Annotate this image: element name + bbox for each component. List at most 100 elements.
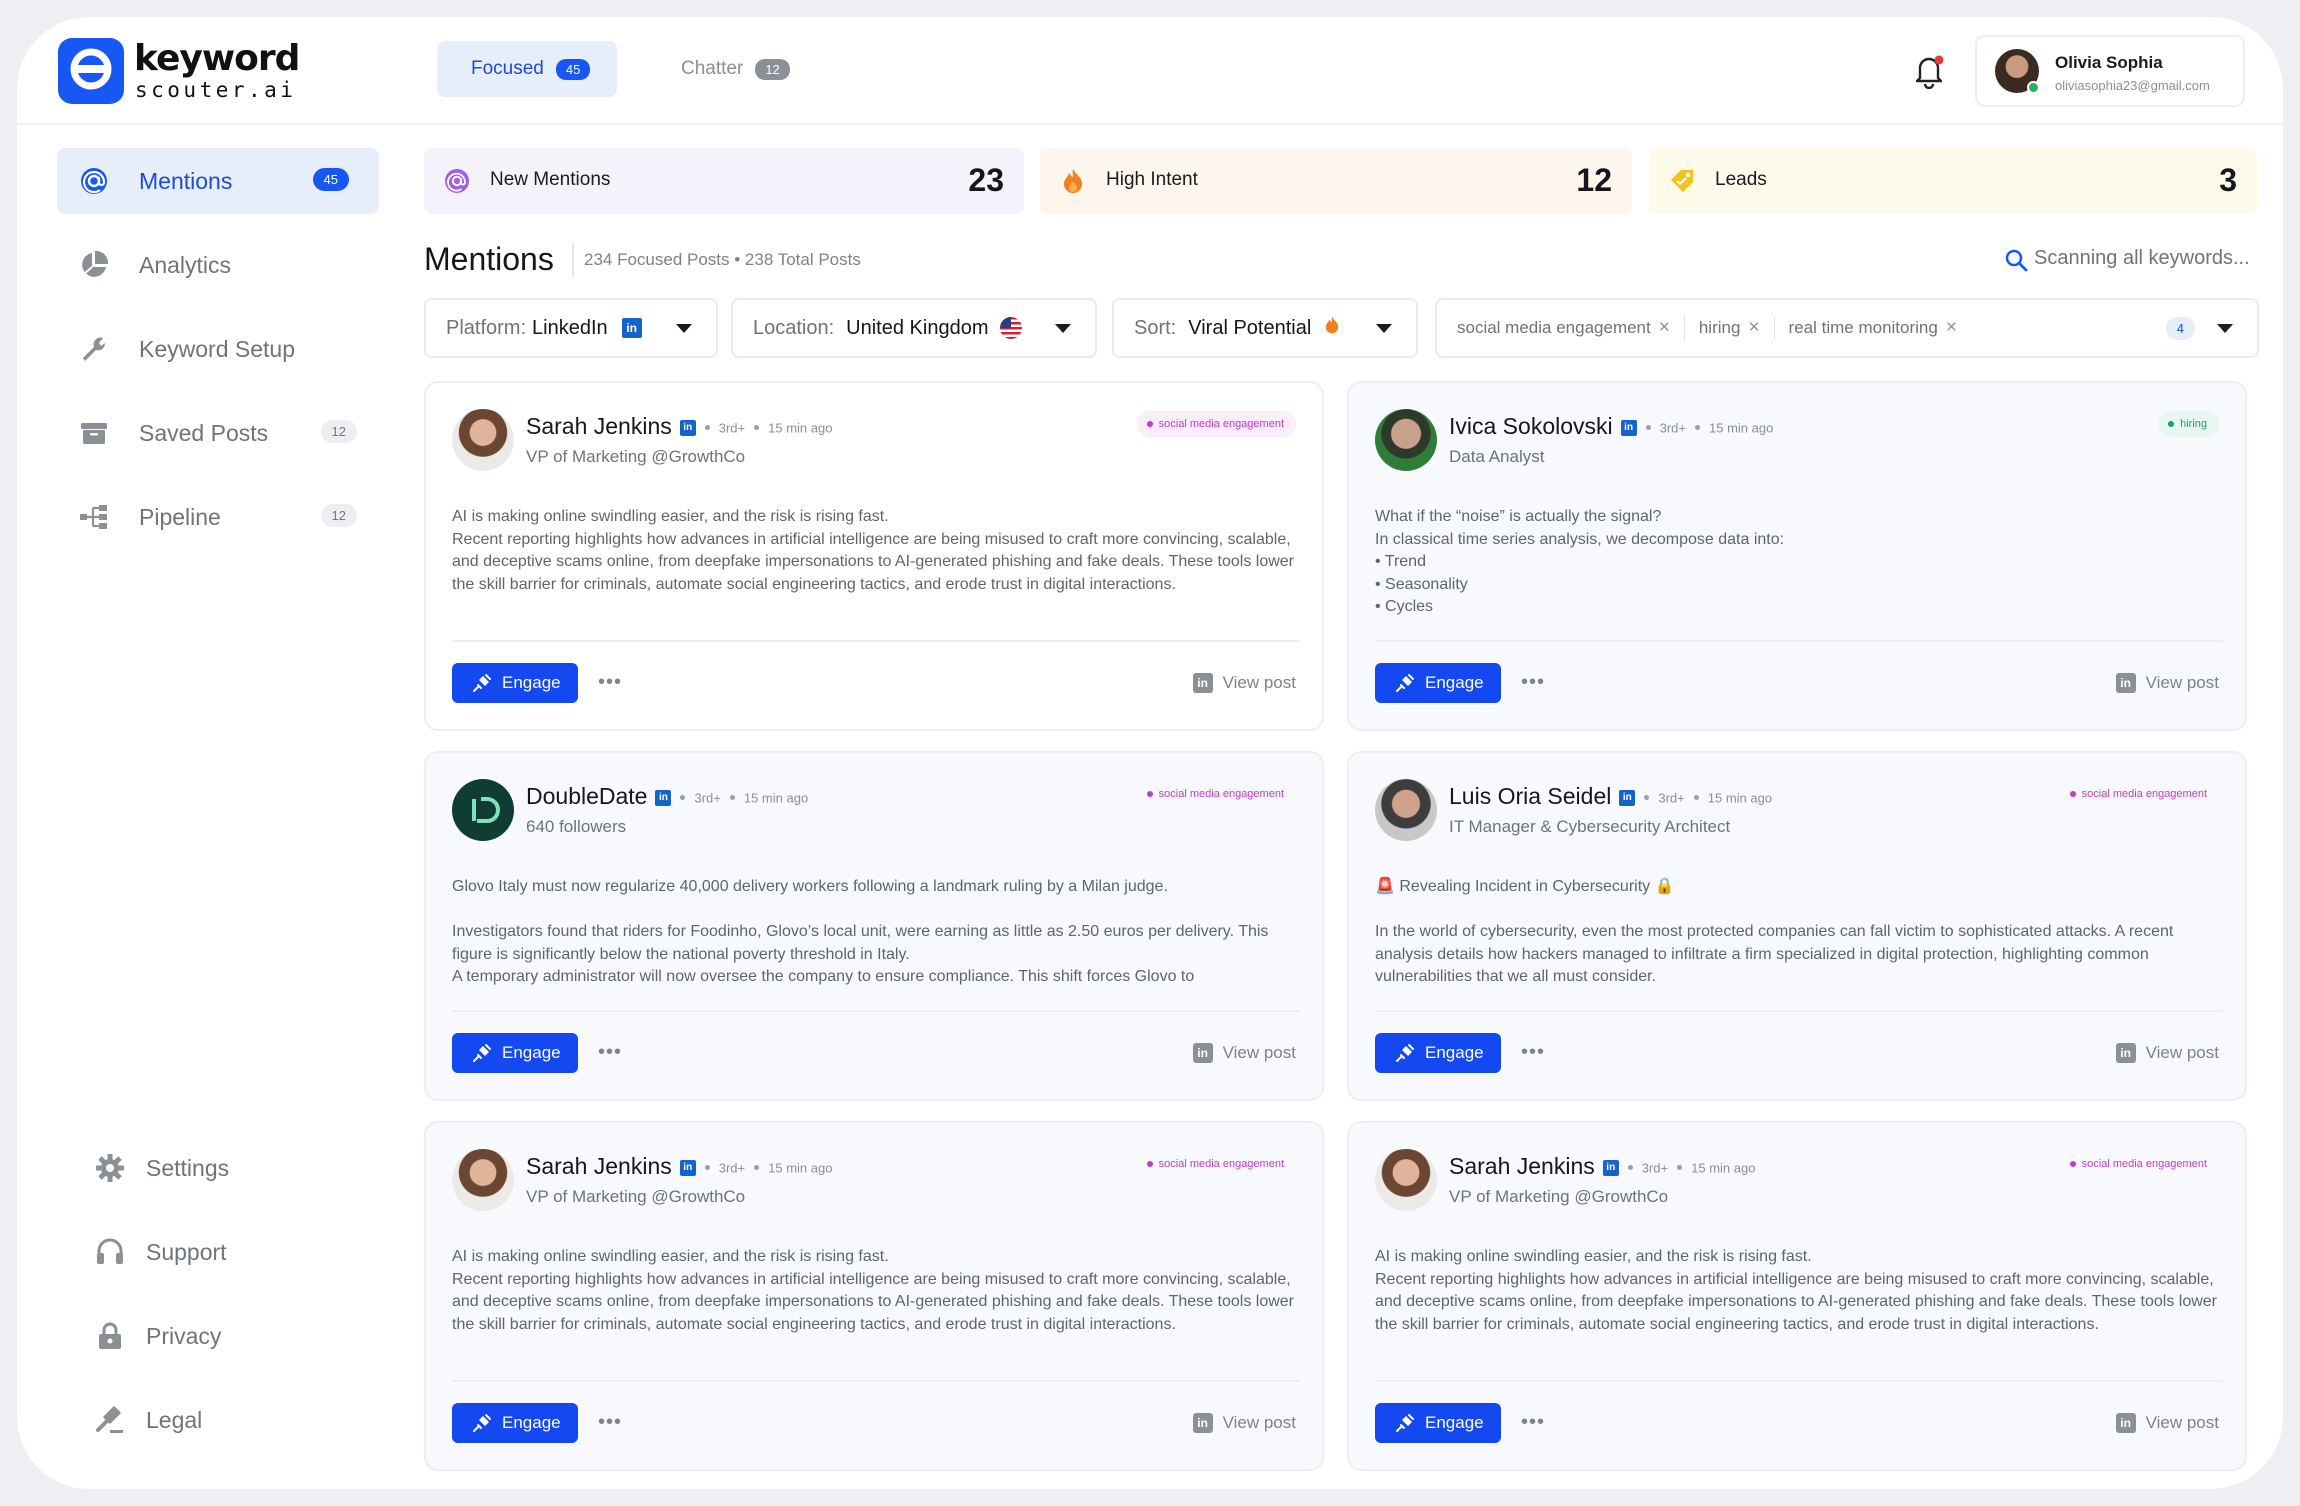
keyword-tag: social media engagement [2060, 781, 2219, 807]
platform-filter[interactable]: Platform: LinkedIn in [424, 298, 718, 358]
view-post-link[interactable]: in View post [1192, 673, 1296, 693]
keyword-chip[interactable]: hiring × [1699, 317, 1760, 339]
sidebar-badge: 12 [320, 504, 357, 527]
post-body: AI is making online swindling easier, an… [452, 508, 1294, 593]
stat-high-intent[interactable]: High Intent 12 [1040, 148, 1632, 214]
sidebar-badge: 12 [320, 420, 357, 443]
view-post-link[interactable]: in View post [1192, 1413, 1296, 1433]
stat-value: 23 [968, 162, 1004, 198]
sidebar-item-pipeline[interactable]: Pipeline 12 [57, 484, 379, 550]
engage-button[interactable]: Engage [452, 663, 578, 703]
divider [452, 640, 1300, 642]
more-options-icon[interactable]: ••• [1521, 1411, 1545, 1434]
engage-label: Engage [502, 1413, 561, 1432]
view-post-link[interactable]: in View post [2115, 1043, 2219, 1063]
sidebar-item-settings[interactable]: Settings [57, 1135, 379, 1201]
stat-leads[interactable]: Leads 3 [1649, 148, 2257, 214]
tab-chatter[interactable]: Chatter 12 [647, 41, 797, 97]
sidebar-item-analytics[interactable]: Analytics [57, 232, 379, 298]
sidebar-item-support[interactable]: Support [57, 1219, 379, 1285]
linkedin-icon: in [1192, 1043, 1213, 1063]
linkedin-icon: in [2115, 673, 2136, 693]
tag-icon [1669, 168, 1695, 194]
chevron-down-icon [676, 324, 692, 333]
more-options-icon[interactable]: ••• [598, 1411, 622, 1434]
sort-filter[interactable]: Sort: Viral Potential [1112, 298, 1418, 358]
sidebar-item-mentions[interactable]: Mentions 45 [57, 148, 379, 214]
location-filter[interactable]: Location: United Kingdom [731, 298, 1097, 358]
sidebar-item-privacy[interactable]: Privacy [57, 1303, 379, 1369]
keyword-tag: social media engagement [1137, 1151, 1296, 1177]
user-name: Olivia Sophia [2055, 53, 2163, 72]
sidebar-item-legal[interactable]: Legal [57, 1387, 379, 1453]
at-icon [79, 166, 109, 196]
logo-text: keyword [134, 38, 300, 79]
keyword-chip[interactable]: real time monitoring × [1789, 317, 1957, 339]
post-time: 15 min ago [1691, 1160, 1756, 1176]
tab-focused[interactable]: Focused 45 [437, 41, 617, 97]
engage-button[interactable]: Engage [1375, 1033, 1501, 1073]
flame-icon [1323, 315, 1341, 341]
author-name[interactable]: DoubleDate [526, 783, 647, 809]
more-options-icon[interactable]: ••• [1521, 1041, 1545, 1064]
avatar [1375, 409, 1437, 471]
plug-icon [473, 1414, 491, 1432]
post-card: DoubleDate in 3rd+ 15 min ago 640 followers… [424, 751, 1324, 1101]
sidebar-item-saved-posts[interactable]: Saved Posts 12 [57, 400, 379, 466]
keyword-tag: social media engagement [1136, 411, 1296, 437]
keyword-chip[interactable]: social media engagement × [1457, 317, 1670, 339]
user-profile[interactable]: Olivia Sophia oliviasophia23@gmail.com [1975, 35, 2245, 107]
separator-dot [1695, 425, 1701, 431]
engage-label: Engage [1425, 1413, 1484, 1432]
more-options-icon[interactable]: ••• [598, 1041, 622, 1064]
keyword-tag: hiring [2158, 411, 2219, 437]
author-line: DoubleDate in 3rd+ 15 min ago [526, 783, 808, 810]
keyword-filter[interactable]: social media engagement × hiring × real ti… [1435, 298, 2259, 358]
post-time: 15 min ago [1707, 790, 1773, 806]
tab-focused-count: 45 [555, 58, 591, 80]
sidebar-item-keyword-setup[interactable]: Keyword Setup [57, 316, 379, 382]
author-name[interactable]: Luis Oria Seidel [1449, 783, 1611, 809]
author-name[interactable]: Ivica Sokolovski [1449, 413, 1613, 439]
connection-degree: 3rd+ [1641, 1160, 1669, 1176]
chevron-down-icon [1055, 324, 1071, 333]
sidebar-item-label: Pipeline [139, 504, 221, 530]
separator-dot [704, 425, 710, 431]
plug-icon [1396, 1044, 1414, 1062]
search-icon [2004, 248, 2028, 272]
avatar [452, 779, 514, 841]
view-post-link[interactable]: in View post [2115, 1413, 2219, 1433]
view-post-label: View post [2145, 1413, 2219, 1432]
author-subtitle: IT Manager & Cybersecurity Architect [1449, 817, 1731, 836]
author-name[interactable]: Sarah Jenkins [526, 413, 672, 439]
post-time: 15 min ago [768, 420, 833, 436]
view-post-link[interactable]: in View post [1192, 1043, 1296, 1063]
engage-button[interactable]: Engage [1375, 1403, 1501, 1443]
avatar [1375, 1149, 1437, 1211]
engage-button[interactable]: Engage [1375, 663, 1501, 703]
engage-label: Engage [502, 673, 561, 692]
connection-degree: 3rd+ [1659, 420, 1687, 436]
archive-icon [79, 418, 109, 448]
engage-button[interactable]: Engage [452, 1403, 578, 1443]
engage-button[interactable]: Engage [452, 1033, 578, 1073]
close-icon[interactable]: × [1748, 317, 1759, 339]
connection-degree: 3rd+ [718, 1160, 746, 1176]
view-post-link[interactable]: in View post [2115, 673, 2219, 693]
pie-chart-icon [79, 250, 109, 280]
sidebar-item-label: Mentions [139, 168, 233, 194]
more-options-icon[interactable]: ••• [1521, 671, 1545, 694]
linkedin-icon: in [1192, 1413, 1213, 1433]
connection-degree: 3rd+ [1658, 790, 1685, 806]
chevron-down-icon [1376, 324, 1392, 333]
stat-new-mentions[interactable]: New Mentions 23 [424, 148, 1024, 214]
post-card: Sarah Jenkins in 3rd+ 15 min ago VP of Mark… [424, 1121, 1324, 1471]
engage-label: Engage [1425, 673, 1484, 692]
notification-bell-icon[interactable] [1912, 53, 1946, 90]
author-name[interactable]: Sarah Jenkins [1449, 1153, 1595, 1179]
more-options-icon[interactable]: ••• [598, 671, 622, 694]
close-icon[interactable]: × [1946, 317, 1957, 339]
author-name[interactable]: Sarah Jenkins [526, 1153, 672, 1179]
view-post-label: View post [1222, 1043, 1296, 1062]
close-icon[interactable]: × [1659, 317, 1670, 339]
